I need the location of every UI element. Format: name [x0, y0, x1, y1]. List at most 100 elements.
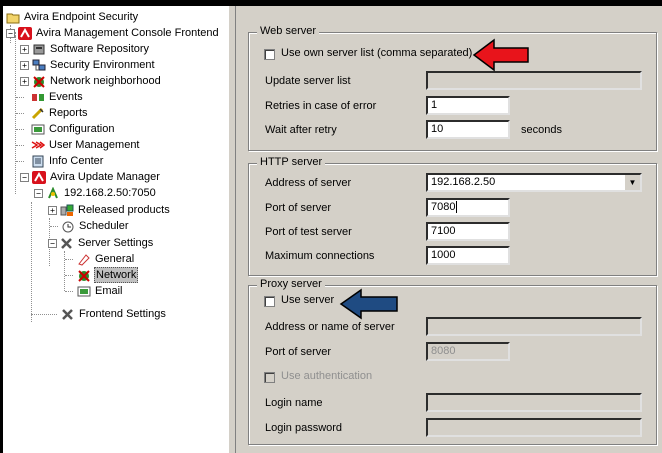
- retries-label: Retries in case of error: [265, 100, 377, 112]
- proxy-port-label: Port of server: [265, 346, 332, 358]
- use-proxy-server-label: Use server: [281, 294, 335, 306]
- panel-splitter[interactable]: [228, 6, 236, 453]
- retries-field[interactable]: 1: [426, 96, 510, 115]
- server-address-combobox[interactable]: 192.168.2.50 ▼: [426, 173, 642, 192]
- max-connections-label: Maximum connections: [265, 250, 375, 262]
- tree-node-reports[interactable]: Reports: [16, 105, 89, 121]
- tree-node-console-frontend[interactable]: − Avira Management Console Frontend: [6, 25, 220, 41]
- group-title: Web server: [257, 25, 320, 37]
- use-own-server-list-checkbox[interactable]: [264, 49, 275, 60]
- use-authentication-checkbox[interactable]: [264, 372, 275, 383]
- tree-node-events[interactable]: Events: [16, 89, 84, 105]
- tree-node-label: Info Center: [49, 155, 104, 167]
- user-management-icon: [31, 139, 46, 152]
- tree-node-label: Network neighborhood: [50, 75, 161, 87]
- folder-icon: [6, 11, 20, 24]
- use-authentication-label: Use authentication: [281, 370, 373, 382]
- scheduler-icon: [61, 220, 75, 233]
- proxy-address-label: Address or name of server: [265, 321, 395, 333]
- tree-node-update-manager[interactable]: − Avira Update Manager: [20, 169, 161, 185]
- tree-node-label: Scheduler: [79, 220, 129, 232]
- tree-node-configuration[interactable]: Configuration: [16, 121, 115, 137]
- tree-node-software-repository[interactable]: + Software Repository: [20, 41, 150, 57]
- wait-after-retry-label: Wait after retry: [265, 124, 337, 136]
- tree-node-user-management[interactable]: User Management: [16, 137, 141, 153]
- expand-toggle-icon[interactable]: +: [48, 205, 57, 215]
- proxy-server-group: Proxy server Use server Address or name …: [248, 278, 657, 445]
- server-icon: [46, 186, 60, 200]
- tree-node-label: Email: [95, 285, 123, 297]
- tree-node-label: User Management: [49, 139, 140, 151]
- tree-node-label: Avira Management Console Frontend: [36, 27, 219, 39]
- network-computers-icon: [32, 59, 46, 72]
- network-neighborhood-icon: [32, 75, 46, 88]
- login-password-label: Login password: [265, 422, 343, 434]
- tree-node-label: Reports: [49, 107, 88, 119]
- events-icon: [31, 91, 45, 104]
- use-proxy-server-checkbox[interactable]: [264, 296, 275, 307]
- seconds-unit-label: seconds: [521, 124, 562, 136]
- email-icon: [77, 285, 91, 298]
- avira-logo-icon: [18, 26, 32, 40]
- network-settings-panel: Web server Use own server list (comma se…: [236, 6, 662, 453]
- expand-toggle-icon[interactable]: +: [20, 60, 29, 70]
- server-port-label: Port of server: [265, 202, 332, 214]
- collapse-toggle-icon[interactable]: −: [20, 172, 29, 182]
- tree-node-network[interactable]: Network: [65, 267, 139, 283]
- tree-node-label: Events: [49, 91, 83, 103]
- tree-node-label: Avira Endpoint Security: [24, 11, 139, 23]
- test-server-port-field[interactable]: 7100: [426, 222, 510, 241]
- tree-node-label: Avira Update Manager: [50, 171, 160, 183]
- tree-node-label: Configuration: [49, 123, 115, 135]
- tree-node-frontend-settings[interactable]: Frontend Settings: [31, 306, 167, 322]
- general-settings-icon: [77, 253, 91, 266]
- tree-node-label: Network: [94, 267, 139, 283]
- tree-node-info-center[interactable]: Info Center: [16, 153, 104, 169]
- red-callout-arrow-icon: [472, 38, 529, 72]
- tree-node-general[interactable]: General: [65, 251, 135, 267]
- tree-node-label: 192.168.2.50:7050: [64, 187, 156, 199]
- tools-icon: [61, 308, 75, 321]
- tools-icon: [60, 237, 74, 250]
- tree-node-released-products[interactable]: + Released products: [48, 202, 171, 218]
- tree-node-label: Software Repository: [50, 43, 150, 55]
- update-server-list-field[interactable]: [426, 71, 642, 90]
- tree-node-label: Released products: [78, 204, 170, 216]
- configuration-icon: [31, 123, 45, 136]
- login-password-field[interactable]: [426, 418, 642, 437]
- login-name-label: Login name: [265, 397, 323, 409]
- tree-node-scheduler[interactable]: Scheduler: [50, 218, 130, 234]
- repository-icon: [32, 43, 46, 56]
- group-title: Proxy server: [257, 278, 325, 290]
- network-icon: [77, 269, 91, 282]
- update-server-list-label: Update server list: [265, 75, 351, 87]
- server-port-field[interactable]: 7080: [426, 198, 510, 217]
- tree-node-label: Frontend Settings: [79, 308, 166, 320]
- reports-icon: [31, 107, 45, 120]
- tree-node-endpoint-security[interactable]: Avira Endpoint Security: [6, 9, 139, 25]
- tree-node-label: Security Environment: [50, 59, 155, 71]
- tree-node-security-environment[interactable]: + Security Environment: [20, 57, 156, 73]
- web-server-group: Web server Use own server list (comma se…: [248, 25, 657, 151]
- http-server-group: HTTP server Address of server 192.168.2.…: [248, 156, 657, 276]
- tree-node-label: Server Settings: [78, 237, 154, 249]
- chevron-down-icon[interactable]: ▼: [624, 175, 640, 190]
- collapse-toggle-icon[interactable]: −: [6, 28, 15, 38]
- max-connections-field[interactable]: 1000: [426, 246, 510, 265]
- tree-node-server-address[interactable]: − 192.168.2.50:7050: [34, 185, 157, 201]
- avira-logo-icon: [32, 170, 46, 184]
- wait-after-retry-field[interactable]: 10: [426, 120, 510, 139]
- collapse-toggle-icon[interactable]: −: [48, 238, 57, 248]
- tree-node-label: General: [95, 253, 135, 265]
- info-center-icon: [31, 155, 45, 168]
- expand-toggle-icon[interactable]: +: [20, 76, 29, 86]
- use-own-server-list-label: Use own server list (comma separated): [281, 47, 473, 59]
- expand-toggle-icon[interactable]: +: [20, 44, 29, 54]
- proxy-address-field[interactable]: [426, 317, 642, 336]
- tree-node-server-settings[interactable]: − Server Settings: [48, 235, 154, 251]
- tree-node-email[interactable]: Email: [65, 283, 124, 299]
- login-name-field[interactable]: [426, 393, 642, 412]
- tree-node-network-neighborhood[interactable]: + Network neighborhood: [20, 73, 162, 89]
- proxy-port-field[interactable]: 8080: [426, 342, 510, 361]
- collapse-toggle-icon[interactable]: −: [34, 188, 43, 198]
